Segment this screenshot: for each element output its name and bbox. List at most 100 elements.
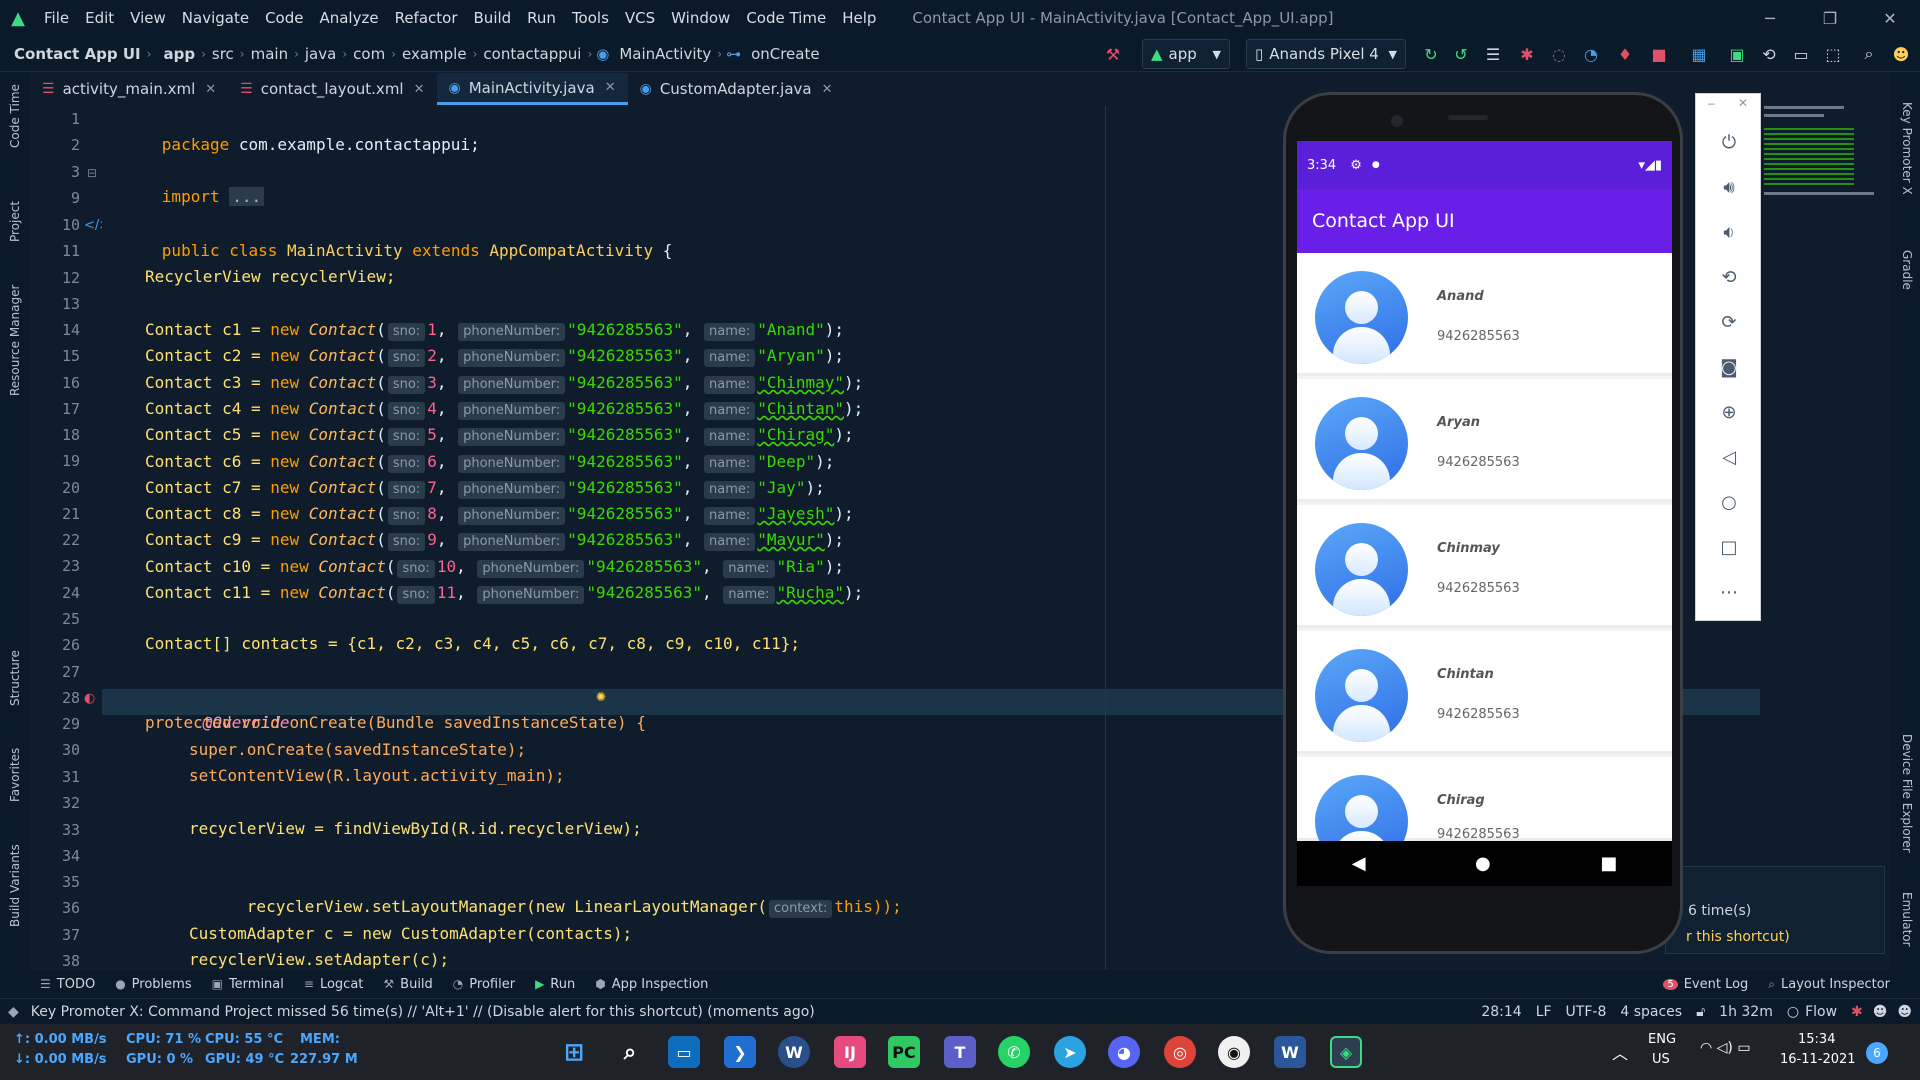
caret-position[interactable]: 28:14 [1481,1004,1521,1020]
breadcrumb-item[interactable]: app [157,45,201,63]
tool-key-promoter[interactable]: Key Promoter X [1900,102,1914,195]
zoom-icon[interactable]: ⊕ [1696,397,1762,427]
telegram-icon[interactable]: ➤ [1054,1036,1086,1068]
notification-popup[interactable]: 6 time(s) r this shortcut) [1665,866,1885,954]
input-language[interactable]: ENG [1648,1032,1676,1047]
overview-icon[interactable]: □ [1696,532,1762,562]
home-icon[interactable]: ○ [1696,487,1762,517]
minimize-icon[interactable]: ─ [1708,98,1715,111]
tool-gradle[interactable]: Gradle [1900,250,1914,290]
tool-project[interactable]: Project [8,201,22,242]
apply-changes-icon[interactable]: ↻ [1418,40,1444,68]
avd-manager-icon[interactable]: ▭ [1788,40,1814,68]
account-avatar-icon[interactable]: ☻ [1888,40,1914,68]
breadcrumb-item[interactable]: java [299,45,342,63]
code-time-counter[interactable]: 1h 32m [1719,1004,1773,1020]
device-dropdown[interactable]: ▯ Anands Pixel 4 ▼ [1246,39,1406,69]
breadcrumb-item[interactable]: onCreate [745,45,826,63]
line-separator[interactable]: LF [1536,1004,1552,1020]
fold-icon[interactable]: ⊟ [87,166,97,180]
tool-resource-manager[interactable]: Resource Manager [8,285,22,396]
back-icon[interactable]: ◁ [1696,442,1762,472]
tool-run[interactable]: ▶ Run [535,977,575,992]
chevron-up-icon[interactable]: ︿ [1612,1040,1628,1064]
status-message[interactable]: Key Promoter X: Command Project missed 5… [31,1004,815,1020]
whatsapp-icon[interactable]: ✆ [998,1036,1030,1068]
coverage-icon[interactable]: ☰ [1480,40,1506,68]
discord-icon[interactable]: ◕ [1108,1036,1140,1068]
close-icon[interactable]: ✕ [1860,0,1920,36]
breadcrumb-project[interactable]: Contact App UI [0,45,141,63]
menu-edit[interactable]: Edit [77,9,122,27]
tool-structure[interactable]: Structure [8,650,22,706]
breadcrumb-item[interactable]: example [396,45,473,63]
tool-logcat[interactable]: ≡ Logcat [304,977,364,992]
tool-device-file-explorer[interactable]: Device File Explorer [1900,734,1914,853]
search-icon[interactable]: ⌕ [1856,40,1882,68]
sdk-manager-icon[interactable]: ⬚ [1820,40,1846,68]
contact-card[interactable]: Chirag 9426285563 [1297,757,1672,868]
vscode-icon[interactable]: ❯ [724,1036,756,1068]
attach-icon[interactable]: ♦ [1612,40,1638,68]
tab-custom-adapter[interactable]: ◉ CustomAdapter.java ✕ [628,73,845,105]
close-icon[interactable]: ✕ [1738,96,1748,110]
wifi-volume-battery-icon[interactable]: ◠ ◁) ▭ [1700,1040,1751,1056]
flow-label[interactable]: Flow [1805,1004,1837,1020]
menu-view[interactable]: View [122,9,174,27]
menu-file[interactable]: File [36,9,77,27]
notification-count-badge[interactable]: 6 [1866,1042,1888,1064]
menu-navigate[interactable]: Navigate [174,9,257,27]
run-config-dropdown[interactable]: ▲ app ▼ [1142,39,1230,69]
close-tab-icon[interactable]: ✕ [205,82,216,97]
menu-vcs[interactable]: VCS [617,9,663,27]
expand-icon[interactable]: ◆ [8,1004,19,1020]
camera-icon[interactable]: ◙ [1696,352,1762,382]
more-icon[interactable]: ⋯ [1696,577,1762,607]
notification-link[interactable]: r this shortcut) [1686,929,1790,945]
fold-placeholder[interactable]: ... [229,187,265,206]
debug-icon[interactable]: ✱ [1514,40,1540,68]
tab-contact-layout[interactable]: ☰ contact_layout.xml ✕ [228,73,436,105]
close-tab-icon[interactable]: ✕ [605,80,616,95]
tool-layout-inspector[interactable]: ⌕ Layout Inspector [1768,977,1890,992]
contact-card[interactable]: Aryan 9426285563 [1297,379,1672,502]
apply-code-changes-icon[interactable]: ↺ [1448,40,1474,68]
restore-icon[interactable]: ❐ [1800,0,1860,36]
close-tab-icon[interactable]: ✕ [822,82,833,97]
memory-indicator-icon[interactable]: ✱ [1851,1004,1863,1020]
menu-tools[interactable]: Tools [564,9,617,27]
power-icon[interactable]: ⏻ [1696,127,1762,157]
github-icon[interactable]: ◉ [1218,1036,1250,1068]
tool-build[interactable]: ⚒ Build [383,977,432,992]
clock-time[interactable]: 15:34 [1798,1032,1835,1047]
intellij-icon[interactable]: IJ [834,1036,866,1068]
lock-icon[interactable]: 🔓︎ [1696,1004,1705,1020]
tab-activity-main[interactable]: ☰ activity_main.xml ✕ [30,73,228,105]
menu-analyze[interactable]: Analyze [311,9,386,27]
lightbulb-icon[interactable]: ✺ [596,686,606,705]
breadcrumb-item[interactable]: com [347,45,391,63]
inspector-smiley-icon[interactable]: ☻ [1873,1004,1888,1020]
layout-icon[interactable]: ▦ [1686,40,1712,68]
pycharm-icon[interactable]: PC [888,1036,920,1068]
stop-icon[interactable]: ■ [1646,40,1672,68]
recents-icon[interactable]: ■ [1600,853,1617,874]
breadcrumb-item[interactable]: contactappui [477,45,587,63]
tool-app-inspection[interactable]: ⬢ App Inspection [595,977,708,992]
volume-down-icon[interactable]: 🔉︎ [1696,217,1762,247]
contact-card[interactable]: Chinmay 9426285563 [1297,505,1672,628]
menu-build[interactable]: Build [466,9,520,27]
desktop-icon[interactable]: ▭ [668,1036,700,1068]
attach-debugger-icon[interactable]: ◌ [1546,40,1572,68]
menu-code-time[interactable]: Code Time [738,9,834,27]
clock-date[interactable]: 16-11-2021 [1780,1052,1856,1067]
menu-run[interactable]: Run [519,9,564,27]
tool-problems[interactable]: ● Problems [115,977,191,992]
home-icon[interactable]: ● [1475,853,1491,874]
indent-setting[interactable]: 4 spaces [1620,1004,1682,1020]
menu-code[interactable]: Code [257,9,311,27]
tool-todo[interactable]: ☰ TODO [40,977,95,992]
gradle-sync-icon[interactable]: ⟲ [1756,40,1782,68]
volume-up-icon[interactable]: 🔊︎ [1696,172,1762,202]
override-icon[interactable]: ◐ [84,691,95,706]
